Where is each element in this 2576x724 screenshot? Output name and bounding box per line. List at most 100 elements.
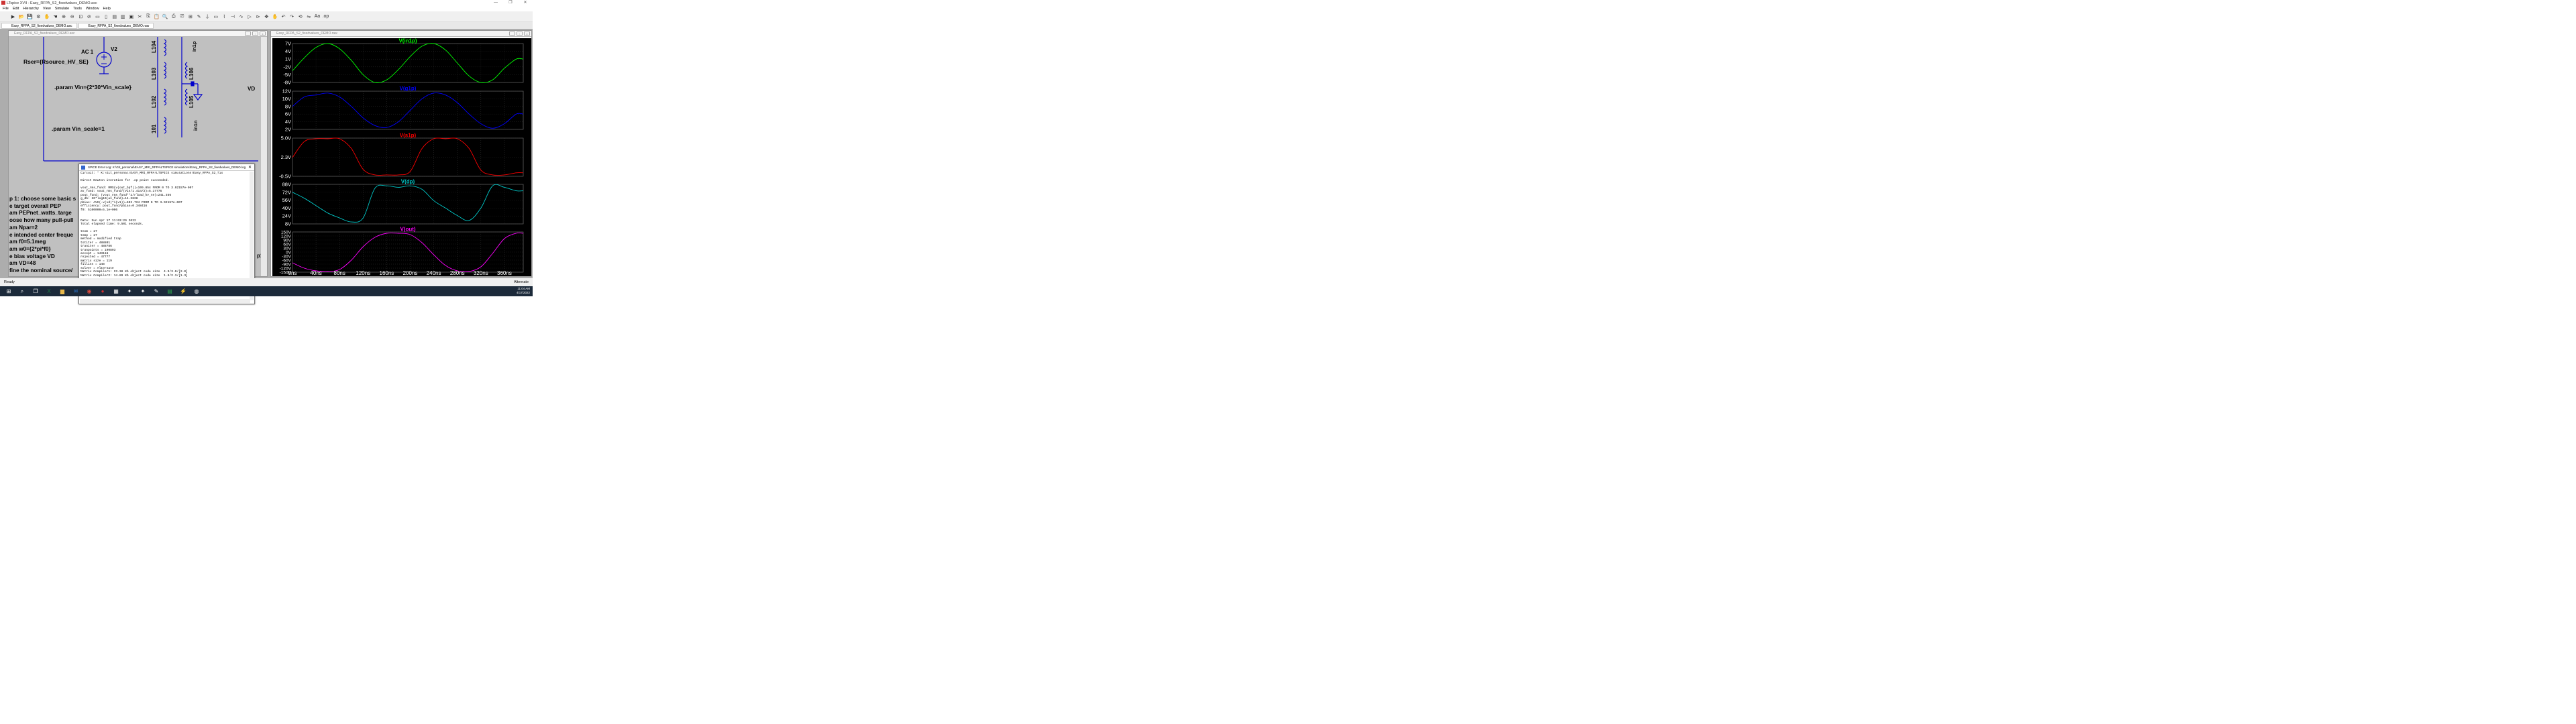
- halt-icon[interactable]: ✋: [43, 13, 50, 20]
- print-icon[interactable]: ⎙: [170, 13, 177, 20]
- menu-help[interactable]: Help: [103, 7, 111, 11]
- mail-icon[interactable]: ✉: [71, 288, 80, 295]
- trace-name-vdp: V(dp): [401, 179, 415, 185]
- rotate-icon[interactable]: ⟲: [297, 13, 304, 20]
- dc-icon[interactable]: ▭: [94, 13, 101, 20]
- waveform-close-button[interactable]: x: [524, 32, 530, 36]
- pencil-icon[interactable]: ✎: [195, 13, 203, 20]
- error-log-title-bar: SPICE Error Log: K:\Git_personal\EASY_MR…: [79, 164, 254, 171]
- open-icon[interactable]: 📂: [18, 13, 25, 20]
- maximize-button[interactable]: ❐: [503, 0, 518, 6]
- browser-icon[interactable]: ◍: [192, 288, 201, 295]
- menu-window[interactable]: Window: [86, 7, 99, 11]
- notepad-icon[interactable]: ✎: [152, 288, 161, 295]
- schematic-restore-button[interactable]: ▫: [252, 32, 258, 36]
- menu-view[interactable]: View: [43, 7, 51, 11]
- save-icon[interactable]: 💾: [26, 13, 34, 20]
- chrome-icon[interactable]: ◉: [85, 288, 94, 295]
- move-icon[interactable]: ✥: [263, 13, 270, 20]
- label-l101[interactable]: 101: [151, 125, 157, 133]
- label-l102[interactable]: L102: [151, 96, 157, 108]
- zoom-fit-icon[interactable]: ⊡: [77, 13, 85, 20]
- schematic-minimize-button[interactable]: _: [245, 32, 251, 36]
- menu-simulate[interactable]: Simulate: [55, 7, 69, 11]
- tab-waveform[interactable]: Easy_RFPA_S2_fixedvalues_DEMO.raw: [78, 22, 154, 29]
- inductor-icon[interactable]: ∿: [237, 13, 245, 20]
- label-ac[interactable]: AC 1: [81, 49, 93, 55]
- y-tick-label: 10V: [282, 96, 291, 102]
- resistor-icon[interactable]: ⌇: [221, 13, 228, 20]
- settings-icon[interactable]: ⚙: [35, 13, 42, 20]
- explorer-icon[interactable]: ▆: [58, 288, 67, 295]
- error-log-close-icon[interactable]: ✕: [248, 164, 252, 170]
- find-icon[interactable]: 🔍: [162, 13, 169, 20]
- waveform-restore-button[interactable]: ▫: [517, 32, 523, 36]
- label-l103[interactable]: L103: [151, 68, 157, 80]
- waveform-chart[interactable]: 7V4V1V-2V-5V-8VV(in1p)12V10V8V6V4V2VV(g1…: [272, 38, 531, 276]
- param-vin-scale[interactable]: .param Vin_scale=1: [52, 125, 105, 132]
- ltspice-icon[interactable]: ⚡: [178, 288, 188, 295]
- net-label-in1p[interactable]: in1p: [191, 42, 197, 52]
- undo-icon[interactable]: ↶: [280, 13, 287, 20]
- ground-icon[interactable]: ⏚: [204, 13, 211, 20]
- waveform-minimize-button[interactable]: _: [509, 32, 515, 36]
- tile-vertical-icon[interactable]: ▥: [119, 13, 127, 20]
- record-icon[interactable]: ●: [98, 288, 107, 295]
- start-icon[interactable]: ⊞: [4, 288, 13, 295]
- files-icon[interactable]: ▦: [111, 288, 121, 295]
- paste-icon[interactable]: 📋: [153, 13, 160, 20]
- text-icon[interactable]: Aa: [313, 13, 321, 20]
- search-icon[interactable]: ⌕: [17, 288, 27, 295]
- tab-schematic[interactable]: Easy_RFPA_S2_fixedvalues_DEMO.asc: [1, 22, 77, 29]
- run-icon[interactable]: ▶: [9, 13, 17, 20]
- capacitor-icon[interactable]: ⊣: [229, 13, 236, 20]
- waveform-plot-area[interactable]: 7V 4V 1V -2V -5V -8V V(in1p) 12V 10V 8V 6V 4V 2V V(g1…: [272, 38, 531, 276]
- menu-hierarchy[interactable]: Hierarchy: [23, 7, 39, 11]
- mirror-icon[interactable]: ⇋: [305, 13, 313, 20]
- label-l105[interactable]: L105: [189, 96, 195, 108]
- redo-icon[interactable]: ↷: [288, 13, 296, 20]
- task-view-icon[interactable]: ❐: [31, 288, 40, 295]
- trace-vg1p: [292, 93, 524, 129]
- cut-icon[interactable]: ✂: [136, 13, 144, 20]
- tile-horizontal-icon[interactable]: ▤: [111, 13, 118, 20]
- excel-icon[interactable]: X: [44, 288, 54, 295]
- app-icon[interactable]: ✦: [125, 288, 134, 295]
- error-log-horizontal-scrollbar[interactable]: [80, 299, 250, 303]
- setup-icon[interactable]: ⊞: [186, 13, 194, 20]
- waveform-window[interactable]: Easy_RFPA_S2_fixedvalues_DEMO.raw _ ▫ x …: [270, 30, 532, 277]
- zoom-in-icon[interactable]: ⊕: [60, 13, 68, 20]
- label-icon[interactable]: ▭: [212, 13, 219, 20]
- param-vin[interactable]: .param Vin={2*30*Vin_scale}: [54, 84, 131, 90]
- sheets-icon[interactable]: ▤: [165, 288, 174, 295]
- minimize-button[interactable]: —: [488, 0, 503, 6]
- label-l106[interactable]: L106: [189, 68, 195, 80]
- schematic-close-button[interactable]: x: [260, 32, 266, 36]
- menu-tools[interactable]: Tools: [73, 7, 82, 11]
- taskbar-clock[interactable]: 11:04 AM 4/17/2022: [517, 287, 530, 295]
- copy-icon[interactable]: ⎘: [145, 13, 152, 20]
- print-preview-icon[interactable]: ⎚: [178, 13, 186, 20]
- x-tick-label: 40ns: [310, 270, 321, 276]
- hand-icon[interactable]: ☚: [52, 13, 59, 20]
- close-button[interactable]: ✕: [518, 0, 533, 6]
- diode-icon[interactable]: ▷: [246, 13, 254, 20]
- x-tick-label: 160ns: [380, 270, 394, 276]
- label-vd[interactable]: VD: [248, 86, 255, 92]
- ac-icon[interactable]: ▯: [103, 13, 110, 20]
- net-label-in1n[interactable]: in1n: [193, 121, 199, 131]
- zoom-cancel-icon[interactable]: ⊘: [85, 13, 93, 20]
- label-l104[interactable]: L104: [151, 41, 157, 53]
- menu-edit[interactable]: Edit: [13, 7, 19, 11]
- zoom-out-icon[interactable]: ⊖: [68, 13, 76, 20]
- schematic-vertical-scrollbar[interactable]: [261, 37, 267, 276]
- y-tick-label: -0.5V: [279, 174, 291, 180]
- menu-file[interactable]: File: [3, 7, 9, 11]
- component-icon[interactable]: ⊳: [254, 13, 262, 20]
- drag-icon[interactable]: ✋: [271, 13, 278, 20]
- label-rser[interactable]: Rser={Rsource_HV_SE}: [23, 58, 89, 65]
- close-icon[interactable]: ▣: [127, 13, 135, 20]
- spice-directive-icon[interactable]: .op: [322, 13, 329, 20]
- app-icon[interactable]: ✦: [138, 288, 148, 295]
- label-v2[interactable]: V2: [111, 46, 117, 52]
